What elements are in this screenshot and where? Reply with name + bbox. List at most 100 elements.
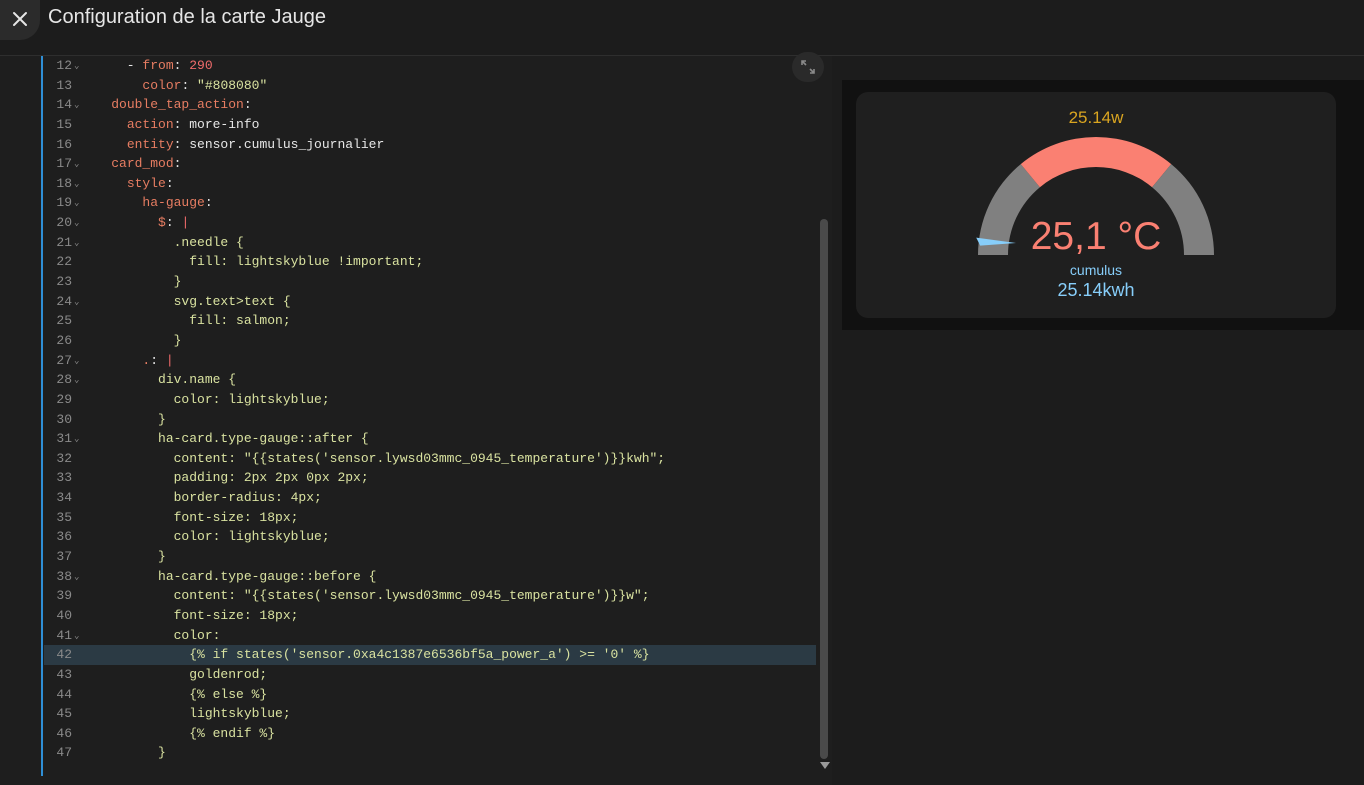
line-number: 41 (56, 627, 72, 643)
code-line[interactable]: 43 goldenrod; (44, 665, 816, 685)
code-line[interactable]: 45 lightskyblue; (44, 704, 816, 724)
code-text: } (80, 331, 182, 351)
code-token: } (80, 411, 166, 427)
fold-chevron-icon[interactable]: ⌄ (74, 214, 79, 234)
code-text: ha-card.type-gauge::after { (80, 429, 369, 449)
code-line[interactable]: 32 content: "{{states('sensor.lywsd03mmc… (44, 449, 816, 469)
line-number: 25 (56, 313, 72, 329)
code-line[interactable]: 29 color: lightskyblue; (44, 390, 816, 410)
code-token: font-size: 18px; (80, 509, 299, 525)
yaml-code-editor[interactable]: 12 ⌄ - from: 290 13 color: "#808080" 14 ⌄ do… (0, 56, 832, 785)
line-number: 39 (56, 588, 72, 604)
code-line[interactable]: 33 padding: 2px 2px 0px 2px; (44, 468, 816, 488)
code-token: style (126, 175, 166, 191)
code-text: div.name { (80, 370, 236, 390)
card-preview: 25.14w 25,1 °C cumulus 25.14kwh (842, 80, 1364, 330)
line-number: 16 (56, 136, 72, 152)
fold-chevron-icon[interactable]: ⌄ (74, 96, 79, 116)
close-button[interactable] (0, 0, 40, 40)
fold-chevron-icon[interactable]: ⌄ (74, 371, 79, 391)
fold-chevron-icon[interactable]: ⌄ (74, 352, 79, 372)
code-text: color: lightskyblue; (80, 390, 330, 410)
code-text: } (80, 272, 182, 292)
code-line[interactable]: 26 } (44, 331, 816, 351)
dialog-title: Configuration de la carte Jauge (48, 6, 326, 28)
line-number: 21 (56, 234, 72, 250)
code-line[interactable]: 25 fill: salmon; (44, 311, 816, 331)
code-line[interactable]: 15 action: more-info (44, 115, 816, 135)
code-line[interactable]: 17 ⌄ card_mod: (44, 154, 816, 174)
code-text: entity: sensor.cumulus_journalier (80, 135, 384, 155)
fold-chevron-icon[interactable]: ⌄ (74, 293, 79, 313)
code-line[interactable]: 20 ⌄ $: | (44, 213, 816, 233)
code-text: ha-gauge: (80, 193, 212, 213)
code-token: ha-card.type-gauge::after { (80, 431, 369, 447)
editor-scrollbar[interactable] (818, 56, 830, 776)
line-number: 42 (56, 647, 72, 663)
code-line[interactable]: 40 font-size: 18px; (44, 606, 816, 626)
code-line[interactable]: 31 ⌄ ha-card.type-gauge::after { (44, 429, 816, 449)
code-line[interactable]: 41 ⌄ color: (44, 626, 816, 646)
code-token: "#808080" (197, 77, 268, 93)
gauge-arc-segment (1020, 137, 1172, 188)
code-line[interactable]: 21 ⌄ .needle { (44, 233, 816, 253)
code-line[interactable]: 44 {% else %} (44, 685, 816, 705)
fold-chevron-icon[interactable]: ⌄ (74, 568, 79, 588)
code-line[interactable]: 46 {% endif %} (44, 724, 816, 744)
fold-chevron-icon[interactable]: ⌄ (74, 57, 79, 77)
code-line[interactable]: 47 } (44, 743, 816, 763)
code-line[interactable]: 42 {% if states('sensor.0xa4c1387e6536bf… (44, 645, 816, 665)
code-text: card_mod: (80, 154, 181, 174)
fold-chevron-icon[interactable]: ⌄ (74, 155, 79, 175)
fold-chevron-icon[interactable]: ⌄ (74, 430, 79, 450)
code-line[interactable]: 39 content: "{{states('sensor.lywsd03mmc… (44, 586, 816, 606)
code-line[interactable]: 24 ⌄ svg.text>text { (44, 292, 816, 312)
line-number: 18 (56, 175, 72, 191)
code-area[interactable]: 12 ⌄ - from: 290 13 color: "#808080" 14 ⌄ do… (44, 56, 816, 785)
code-token: | (181, 215, 190, 231)
code-token: ha-card.type-gauge::before { (80, 568, 377, 584)
code-text: content: "{{states('sensor.lywsd03mmc_09… (80, 586, 650, 606)
code-text: action: more-info (80, 115, 260, 135)
line-number: 37 (56, 549, 72, 565)
line-number: 19 (56, 195, 72, 211)
line-number: 14 (56, 97, 72, 113)
code-line[interactable]: 36 color: lightskyblue; (44, 527, 816, 547)
code-line[interactable]: 27 ⌄ .: | (44, 351, 816, 371)
fold-chevron-icon[interactable]: ⌄ (74, 175, 79, 195)
scrollbar-thumb[interactable] (820, 219, 828, 759)
code-token: ha-gauge (142, 195, 205, 211)
fold-chevron-icon[interactable]: ⌄ (74, 194, 79, 214)
line-number: 44 (56, 686, 72, 702)
code-line[interactable]: 14 ⌄ double_tap_action: (44, 95, 816, 115)
fold-chevron-icon[interactable]: ⌄ (74, 627, 79, 647)
scroll-down-arrow-icon[interactable] (820, 762, 830, 769)
code-line[interactable]: 19 ⌄ ha-gauge: (44, 193, 816, 213)
code-line[interactable]: 35 font-size: 18px; (44, 508, 816, 528)
code-token: } (80, 745, 166, 761)
code-line[interactable]: 13 color: "#808080" (44, 76, 816, 96)
code-line[interactable]: 22 fill: lightskyblue !important; (44, 252, 816, 272)
code-text: .: | (80, 351, 173, 371)
code-line[interactable]: 18 ⌄ style: (44, 174, 816, 194)
code-line[interactable]: 30 } (44, 410, 816, 430)
code-line[interactable]: 34 border-radius: 4px; (44, 488, 816, 508)
code-text: $: | (80, 213, 189, 233)
code-line[interactable]: 37 } (44, 547, 816, 567)
code-line[interactable]: 16 entity: sensor.cumulus_journalier (44, 135, 816, 155)
code-line[interactable]: 28 ⌄ div.name { (44, 370, 816, 390)
code-token: : more-info (173, 116, 260, 132)
code-line[interactable]: 23 } (44, 272, 816, 292)
fold-chevron-icon[interactable]: ⌄ (74, 234, 79, 254)
line-number: 31 (56, 431, 72, 447)
code-line[interactable]: 12 ⌄ - from: 290 (44, 56, 816, 76)
code-text: content: "{{states('sensor.lywsd03mmc_09… (80, 449, 666, 469)
gauge-card[interactable]: 25.14w 25,1 °C cumulus 25.14kwh (856, 92, 1336, 318)
code-line[interactable]: 38 ⌄ ha-card.type-gauge::before { (44, 567, 816, 587)
